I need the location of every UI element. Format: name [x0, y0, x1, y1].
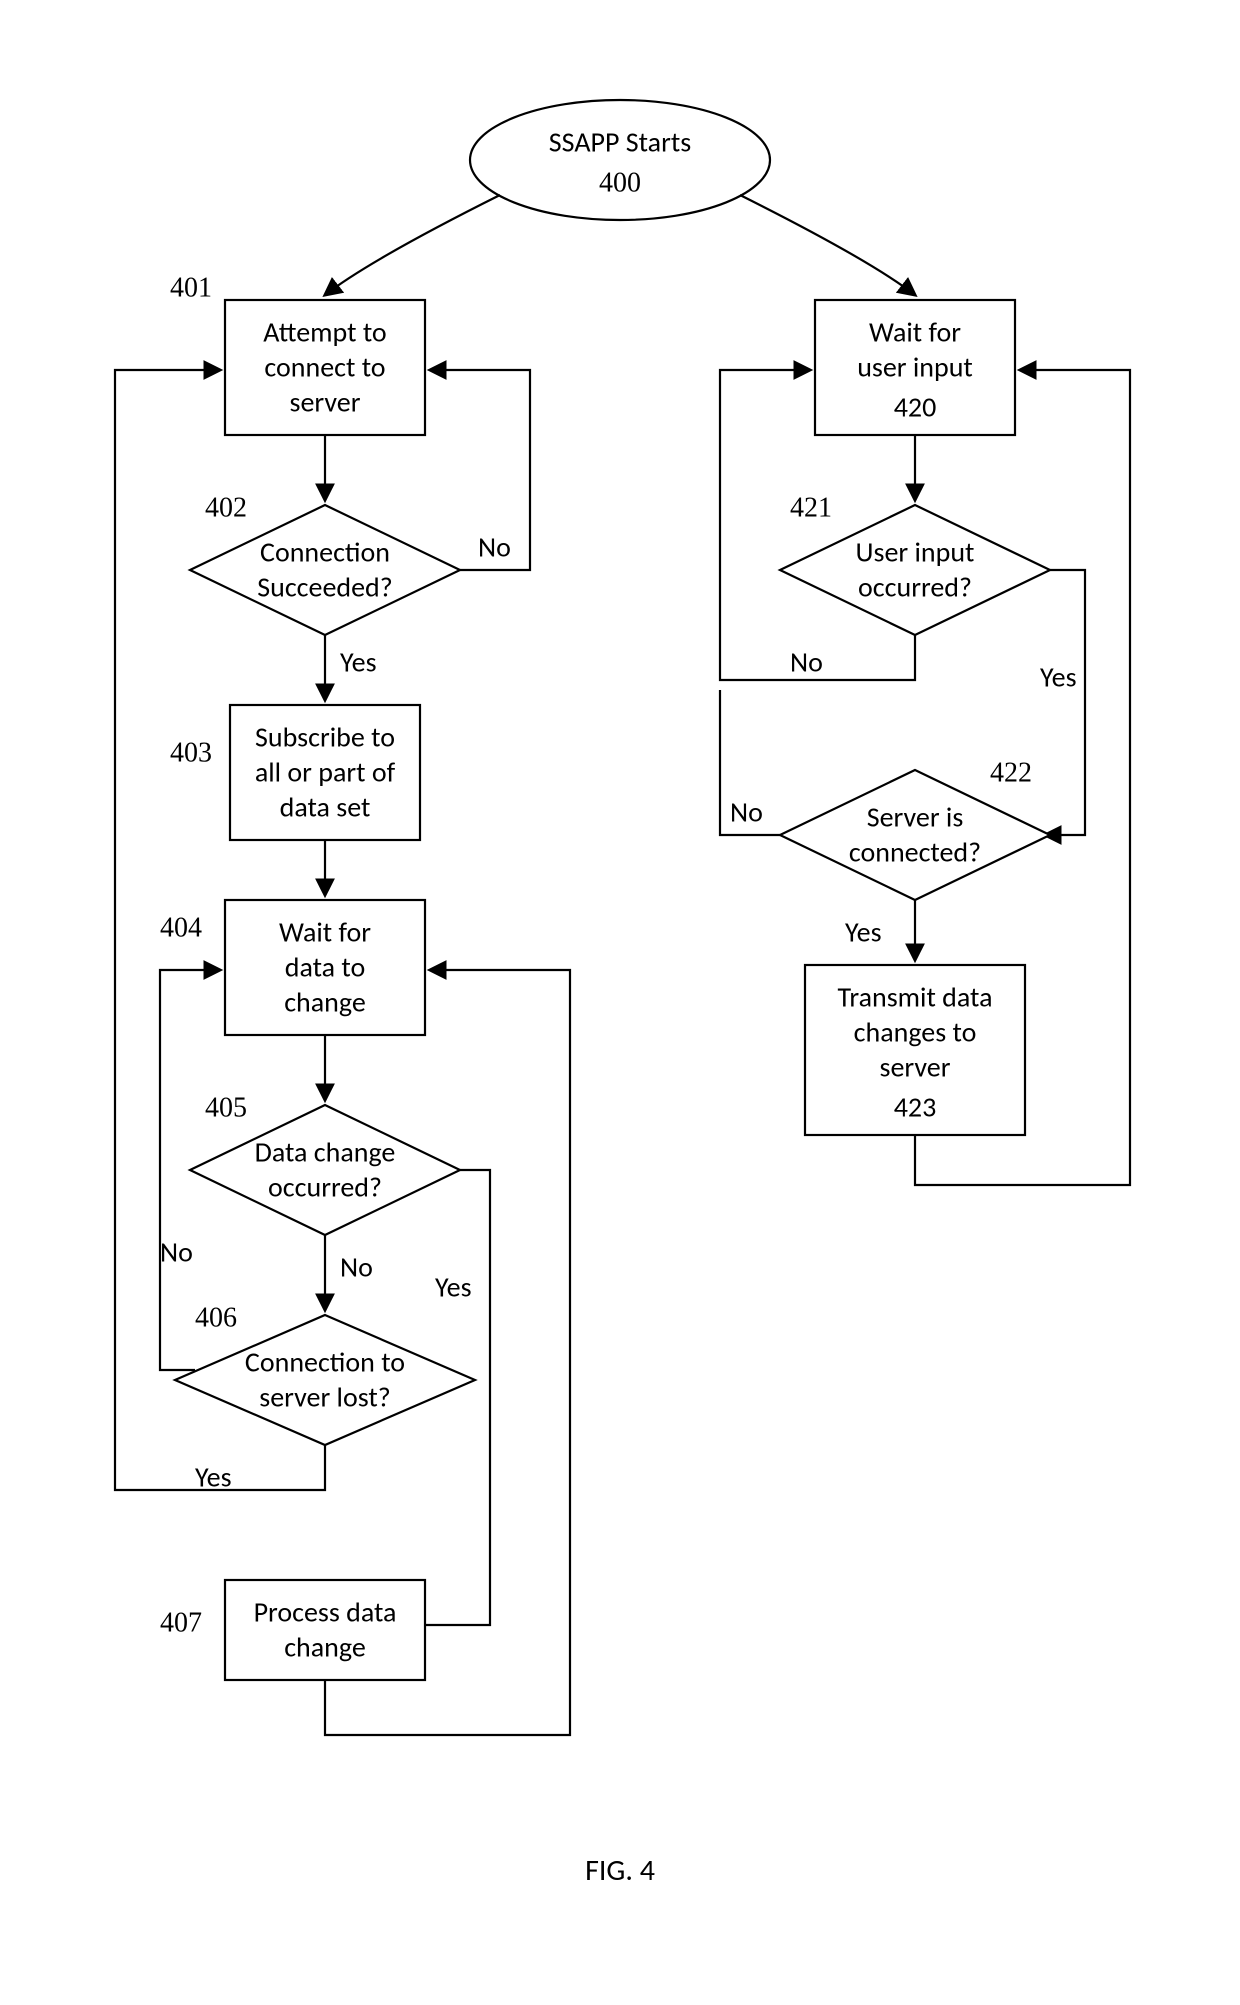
node-404-line1: Wait for	[279, 915, 371, 950]
node-401-ref: 401	[170, 272, 212, 303]
edge-421-yes-to-422	[1045, 570, 1085, 835]
node-401-line1: Attempt to	[263, 315, 386, 350]
edge-406-no-label: No	[160, 1235, 193, 1270]
node-402-ref: 402	[205, 492, 247, 523]
node-422-line1: Server is	[867, 800, 964, 835]
node-start-label-line1: SSAPP Starts	[549, 125, 691, 160]
node-422-ref: 422	[990, 757, 1032, 788]
edge-start-to-420	[740, 195, 915, 295]
edge-start-to-401	[325, 195, 500, 295]
node-420-line2: user input	[857, 350, 973, 385]
node-405-line1: Data change	[255, 1135, 396, 1170]
node-423-line1: Transmit data	[838, 980, 993, 1015]
node-403-line2: all or part of	[255, 755, 396, 790]
edge-402-yes-label: Yes	[340, 645, 377, 680]
node-401-line2: connect to	[264, 350, 385, 385]
edge-422-no-label: No	[730, 795, 763, 830]
node-start	[470, 100, 770, 220]
node-405-ref: 405	[205, 1092, 247, 1123]
node-404-line2: data to	[285, 950, 366, 985]
node-423-line2: changes to	[854, 1015, 977, 1050]
node-421-line1: User input	[856, 535, 975, 570]
node-404-ref: 404	[160, 912, 202, 943]
node-403-line3: data set	[280, 790, 371, 825]
node-420-line1: Wait for	[869, 315, 961, 350]
node-405-line2: occurred?	[268, 1170, 382, 1205]
edge-422-yes-label: Yes	[845, 915, 882, 950]
edge-421-yes-label: Yes	[1040, 660, 1077, 695]
node-421-line2: occurred?	[858, 570, 972, 605]
node-423-line3: server	[880, 1050, 951, 1085]
node-403-ref: 403	[170, 737, 212, 768]
figure-caption: FIG. 4	[585, 1852, 655, 1889]
node-406-line1: Connection to	[245, 1345, 405, 1380]
node-406-ref: 406	[195, 1302, 237, 1333]
node-420-ref: 420	[894, 390, 937, 425]
node-401-line3: server	[290, 385, 361, 420]
edge-421-no-label: No	[790, 645, 823, 680]
node-407-ref: 407	[160, 1607, 202, 1638]
node-421-ref: 421	[790, 492, 832, 523]
node-404-line3: change	[284, 985, 366, 1020]
flowchart: SSAPP Starts 400 Attempt to connect to s…	[0, 0, 1240, 2005]
node-402-line1: Connection	[260, 535, 390, 570]
node-422-line2: connected?	[849, 835, 981, 870]
edge-405-yes-label: Yes	[435, 1270, 472, 1305]
node-403-line1: Subscribe to	[255, 720, 395, 755]
node-402-line2: Succeeded?	[257, 570, 392, 605]
node-407-line1: Process data	[254, 1595, 397, 1630]
edge-405-no-label: No	[340, 1250, 373, 1285]
node-407-line2: change	[284, 1630, 366, 1665]
edge-406-yes-label: Yes	[195, 1460, 232, 1495]
node-423-ref: 423	[894, 1090, 937, 1125]
node-start-ref: 400	[599, 167, 641, 198]
node-406-line2: server lost?	[259, 1380, 390, 1415]
edge-402-no-label: No	[478, 530, 511, 565]
